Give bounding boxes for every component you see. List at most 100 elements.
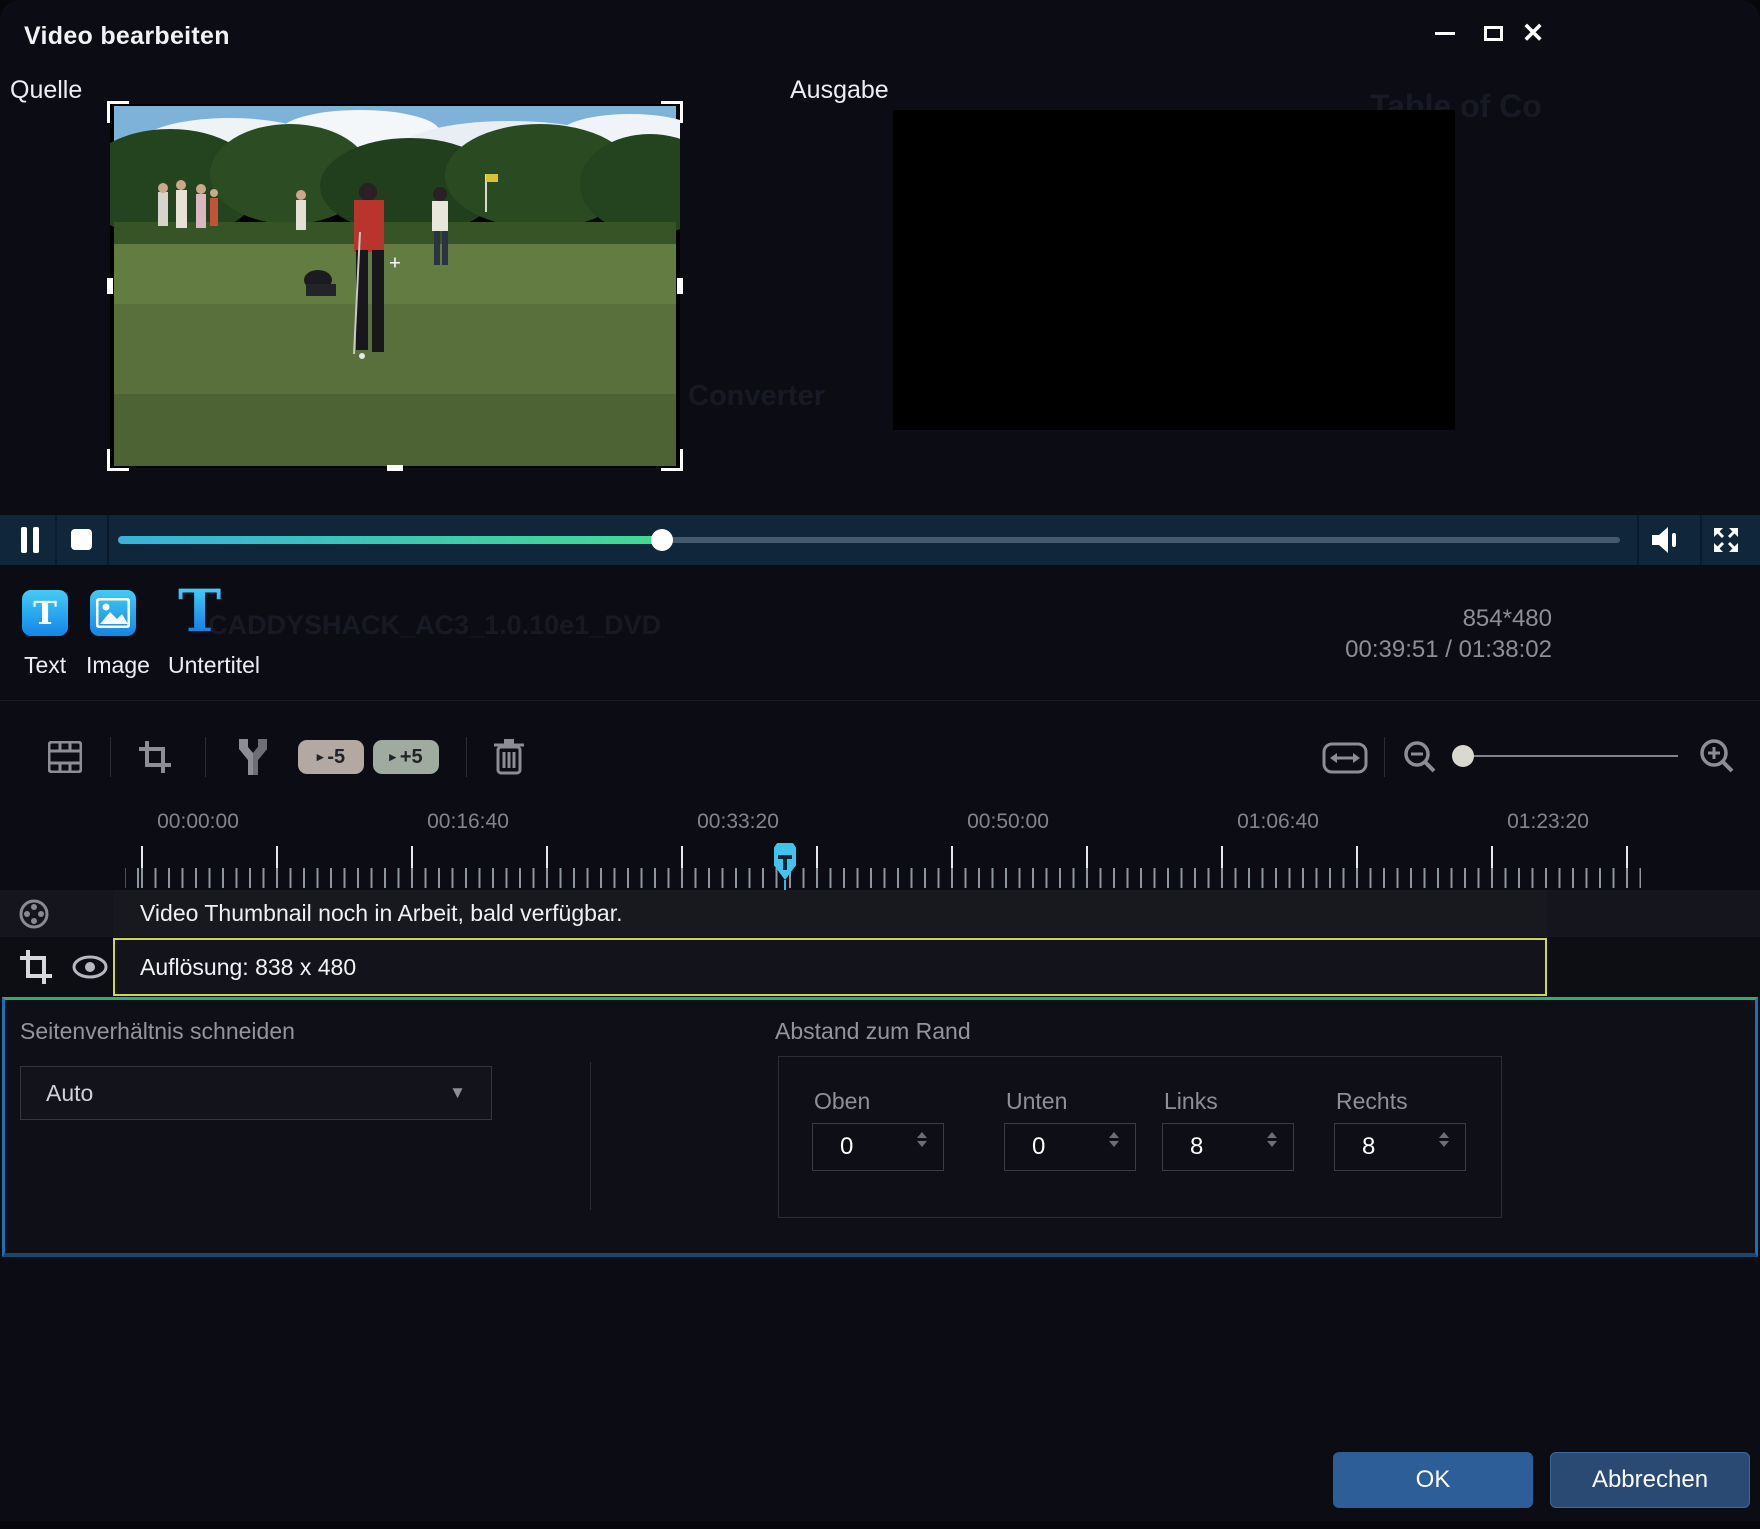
- zoom-in-button[interactable]: [1698, 737, 1736, 775]
- timeline-timestamp: 01:06:40: [1237, 810, 1319, 833]
- margin-left-input[interactable]: 8: [1162, 1123, 1294, 1171]
- add-text-button[interactable]: T: [22, 590, 68, 636]
- divider: [205, 737, 206, 777]
- close-button[interactable]: ✕: [1516, 18, 1550, 48]
- close-icon: ✕: [1521, 17, 1545, 48]
- resolution-readout: 854*480: [1462, 605, 1552, 632]
- divider: [1637, 515, 1639, 565]
- source-label: Quelle: [10, 76, 83, 104]
- stepper-arrows-icon[interactable]: [1439, 1132, 1449, 1147]
- add-image-button[interactable]: [90, 590, 136, 636]
- play-triangle-icon: ▸: [316, 749, 324, 764]
- crop-handle-left-mid[interactable]: [107, 278, 113, 294]
- background-artifact-text: CADDYSHACK_AC3_1.0.10e1_DVD: [208, 610, 662, 640]
- volume-icon: [1652, 527, 1676, 553]
- add-text-label: Text: [24, 652, 67, 678]
- crop-track-icon[interactable]: [18, 948, 52, 986]
- fullscreen-button[interactable]: [1712, 526, 1740, 554]
- crop-handle-right-mid[interactable]: [677, 278, 683, 294]
- margin-groupbox: Oben Unten Links Rechts 0 0 8 8: [778, 1056, 1502, 1218]
- margin-heading: Abstand zum Rand: [775, 1018, 971, 1044]
- frames-button[interactable]: [48, 741, 82, 773]
- crop-track-row: Auflösung: 838 x 480: [0, 937, 1760, 997]
- time-readout: 00:39:51 / 01:38:02: [1345, 636, 1552, 663]
- crop-handle-bottom-left[interactable]: [107, 449, 129, 471]
- split-button[interactable]: [233, 737, 273, 777]
- crop-handle-bottom-right[interactable]: [661, 449, 683, 471]
- edit-video-dialog: Table of Co CADDYSHACK_AC3_1.0.10e1_DVD …: [0, 0, 1760, 1521]
- crop-handle-top-right[interactable]: [661, 101, 683, 123]
- skip-back-5-button[interactable]: ▸ -5: [298, 740, 364, 774]
- pause-icon: [21, 527, 27, 553]
- add-image-label: Image: [86, 652, 150, 678]
- margin-right-input[interactable]: 8: [1334, 1123, 1466, 1171]
- playhead-glyph: [783, 858, 787, 870]
- divider: [55, 515, 57, 565]
- playback-track[interactable]: [662, 537, 1620, 543]
- ok-button[interactable]: OK: [1333, 1452, 1533, 1508]
- divider: [1384, 737, 1385, 777]
- add-subtitle-button[interactable]: T: [178, 582, 221, 640]
- divider: [107, 515, 109, 565]
- crop-handle-top-left[interactable]: [107, 101, 129, 123]
- fit-timeline-button[interactable]: [1322, 742, 1368, 774]
- stepper-arrows-icon[interactable]: [1109, 1132, 1119, 1147]
- play-triangle-icon: ▸: [389, 749, 396, 764]
- add-subtitle-label: Untertitel: [168, 652, 261, 678]
- stepper-arrows-icon[interactable]: [1267, 1132, 1277, 1147]
- zoom-out-button[interactable]: [1402, 739, 1438, 775]
- split-icon: [239, 739, 267, 775]
- crop-button[interactable]: [137, 739, 173, 775]
- divider: [110, 737, 111, 777]
- aspect-ratio-dropdown[interactable]: Auto ▼: [20, 1066, 492, 1120]
- stop-button[interactable]: [71, 529, 92, 550]
- crop-handle-bottom-mid[interactable]: [387, 465, 403, 471]
- playback-slider-thumb[interactable]: [651, 529, 673, 551]
- maximize-icon: [1483, 25, 1503, 41]
- delete-button[interactable]: [492, 737, 526, 775]
- window-title: Video bearbeiten: [24, 22, 230, 50]
- aspect-ratio-value: Auto: [46, 1079, 94, 1106]
- eye-icon[interactable]: [72, 955, 108, 979]
- film-frames-icon: [48, 741, 82, 773]
- output-video-preview: [893, 110, 1455, 430]
- timeline-timestamp: 00:33:20: [697, 810, 779, 833]
- timeline-zoom-slider[interactable]: [1462, 755, 1678, 757]
- timeline-timestamp: 00:00:00: [157, 810, 239, 833]
- margin-bottom-value: 0: [1032, 1133, 1046, 1160]
- maximize-button[interactable]: [1476, 18, 1510, 48]
- skip-forward-label: +5: [399, 745, 423, 768]
- divider: [466, 737, 467, 777]
- playback-progress[interactable]: [118, 536, 662, 544]
- aspect-ratio-heading: Seitenverhältnis schneiden: [20, 1018, 295, 1044]
- trash-icon: [494, 739, 524, 775]
- margin-left-value: 8: [1190, 1133, 1204, 1160]
- margin-bottom-input[interactable]: 0: [1004, 1123, 1136, 1171]
- transport-bar: [0, 515, 1760, 565]
- crop-center-cross: +: [389, 252, 401, 275]
- stepper-arrows-icon[interactable]: [917, 1132, 927, 1147]
- video-track-row: Video Thumbnail noch in Arbeit, bald ver…: [0, 890, 1760, 937]
- image-chip-icon: [96, 598, 130, 628]
- fullscreen-icon: [1714, 528, 1738, 552]
- margin-top-input[interactable]: 0: [812, 1123, 944, 1171]
- timeline-zoom-thumb[interactable]: [1452, 745, 1474, 767]
- timeline-timestamp: 00:16:40: [427, 810, 509, 833]
- video-clip-bar[interactable]: Video Thumbnail noch in Arbeit, bald ver…: [113, 890, 1547, 937]
- margin-bottom-label: Unten: [1006, 1088, 1068, 1114]
- divider: [590, 1062, 591, 1210]
- volume-button[interactable]: [1650, 525, 1682, 555]
- skip-forward-5-button[interactable]: ▸ +5: [373, 740, 439, 774]
- selected-crop-clip[interactable]: Auflösung: 838 x 480: [113, 938, 1547, 996]
- margin-right-value: 8: [1362, 1133, 1376, 1160]
- source-video-preview: +: [107, 101, 683, 471]
- crop-icon: [139, 741, 171, 773]
- chevron-down-icon: ▼: [449, 1083, 466, 1102]
- cancel-button[interactable]: Abbrechen: [1550, 1452, 1750, 1508]
- zoom-out-icon: [1404, 741, 1436, 773]
- margin-right-label: Rechts: [1336, 1088, 1408, 1114]
- minimize-button[interactable]: [1428, 18, 1462, 48]
- golf-scene-image: [110, 104, 680, 468]
- divider: [1700, 515, 1702, 565]
- skip-back-label: -5: [327, 745, 346, 768]
